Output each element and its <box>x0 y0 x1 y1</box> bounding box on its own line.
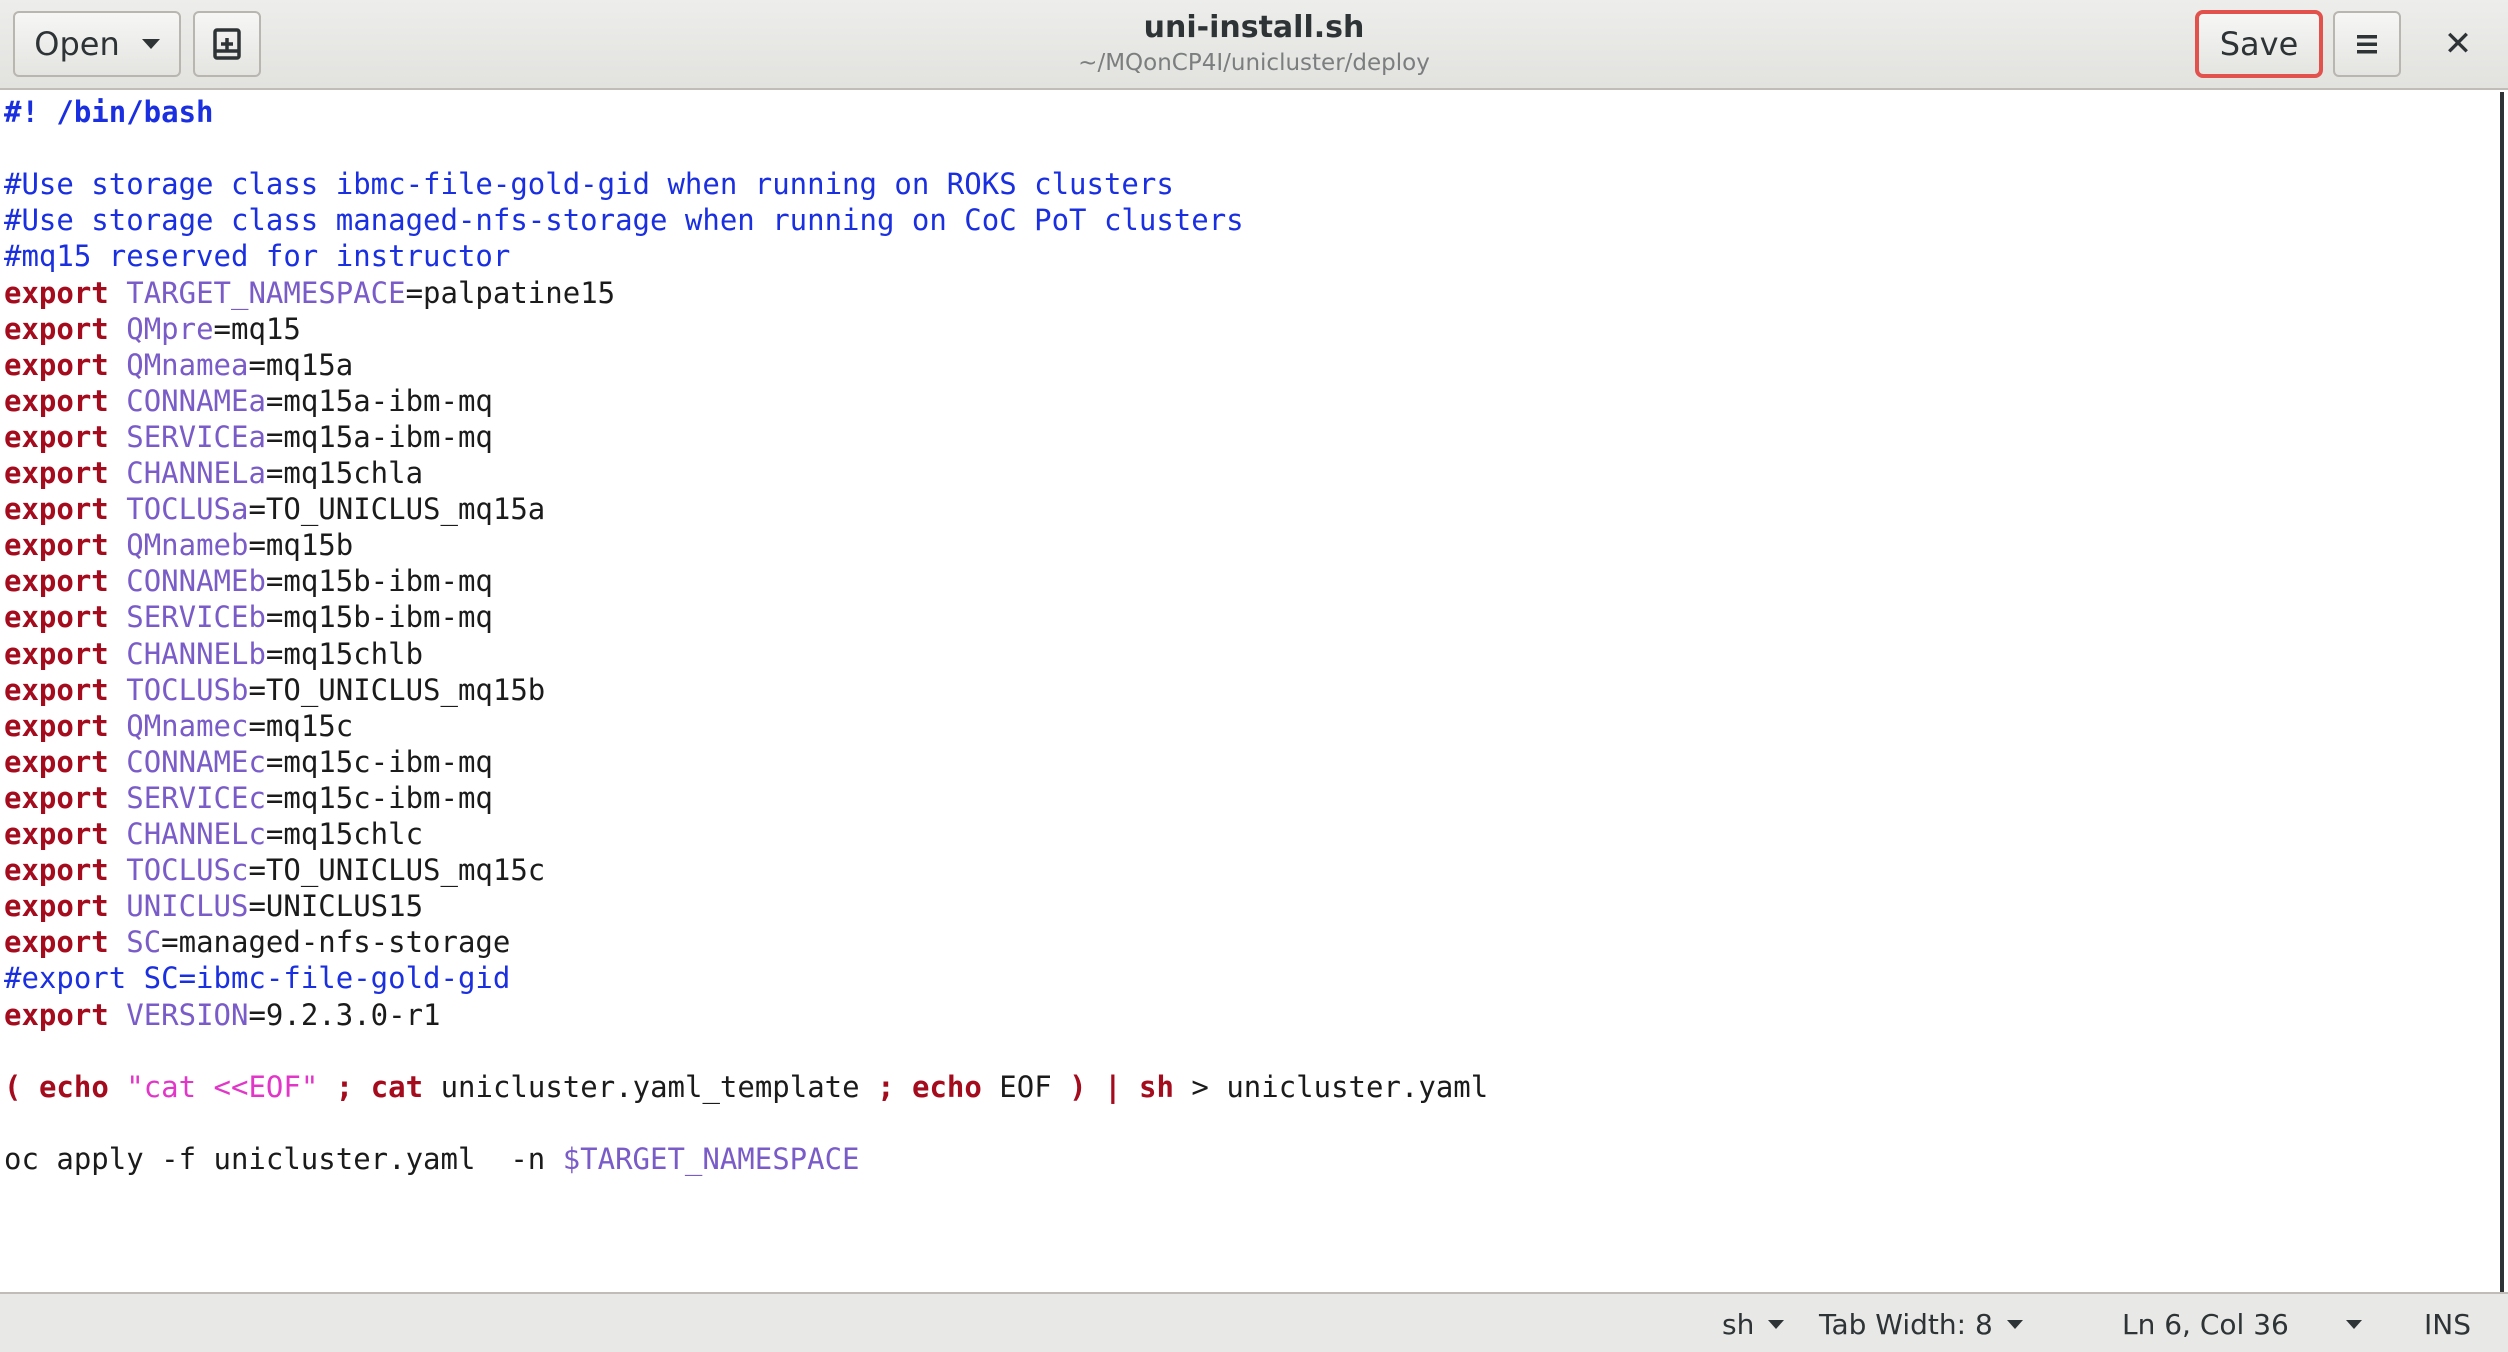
document-icon <box>213 28 241 60</box>
code-line[interactable]: export QMnameb=mq15b <box>4 527 353 563</box>
code-line[interactable]: export QMnamec=mq15c <box>4 708 353 744</box>
code-line[interactable]: export UNICLUS=UNICLUS15 <box>4 888 423 924</box>
cursor-position[interactable]: Ln 6, Col 36 <box>2122 1304 2289 1344</box>
code-line[interactable]: export VERSION=9.2.3.0-r1 <box>4 997 441 1033</box>
code-line[interactable]: export TOCLUSc=TO_UNICLUS_mq15c <box>4 852 545 888</box>
tab-width-selector[interactable]: Tab Width: 8 <box>1819 1304 2023 1344</box>
header-bar: Open uni-install.sh ~/MQonCP4I/unicluste… <box>0 0 2508 90</box>
code-line[interactable]: export SERVICEa=mq15a-ibm-mq <box>4 419 493 455</box>
chevron-down-icon <box>1768 1319 1785 1329</box>
cursor-position-label: Ln 6, Col 36 <box>2122 1307 2289 1341</box>
code-line[interactable]: export TOCLUSb=TO_UNICLUS_mq15b <box>4 672 545 708</box>
save-button[interactable]: Save <box>2195 10 2323 78</box>
code-line[interactable]: ( echo "cat <<EOF" ; cat unicluster.yaml… <box>4 1069 1488 1105</box>
code-line[interactable]: export SERVICEc=mq15c-ibm-mq <box>4 780 493 816</box>
code-line[interactable]: export CONNAMEc=mq15c-ibm-mq <box>4 744 493 780</box>
window-title: uni-install.sh <box>1143 10 1365 45</box>
code-line[interactable]: export CHANNELb=mq15chlb <box>4 636 423 672</box>
open-button[interactable]: Open <box>13 11 181 77</box>
code-line[interactable]: export QMpre=mq15 <box>4 311 301 347</box>
code-line[interactable]: export CONNAMEb=mq15b-ibm-mq <box>4 563 493 599</box>
hamburger-menu-icon <box>2357 35 2377 54</box>
code-line[interactable]: export QMnamea=mq15a <box>4 347 353 383</box>
status-bar: sh Tab Width: 8 Ln 6, Col 36 INS <box>0 1292 2508 1352</box>
chevron-down-icon <box>2346 1319 2362 1329</box>
language-selector[interactable]: sh <box>1722 1304 1785 1344</box>
chevron-down-icon <box>141 39 160 49</box>
chevron-down-icon <box>2006 1319 2023 1329</box>
new-document-button[interactable] <box>193 11 261 77</box>
text-editor[interactable]: #! /bin/bash #Use storage class ibmc-file… <box>0 92 2504 1292</box>
open-button-label: Open <box>34 25 120 63</box>
code-line[interactable]: export TARGET_NAMESPACE=palpatine15 <box>4 275 615 311</box>
close-icon: ✕ <box>2443 24 2473 64</box>
window-title-area: uni-install.sh ~/MQonCP4I/unicluster/dep… <box>900 8 1608 78</box>
language-label: sh <box>1722 1307 1755 1341</box>
code-line[interactable]: oc apply -f unicluster.yaml -n $TARGET_N… <box>4 1141 860 1177</box>
close-button[interactable]: ✕ <box>2425 12 2491 76</box>
code-line[interactable]: export SC=managed-nfs-storage <box>4 924 510 960</box>
code-line[interactable]: #! /bin/bash <box>4 94 214 130</box>
window-subtitle: ~/MQonCP4I/unicluster/deploy <box>1078 50 1430 76</box>
code-line[interactable]: #Use storage class ibmc-file-gold-gid wh… <box>4 166 1174 202</box>
cursor-position-dropdown[interactable] <box>2346 1304 2362 1344</box>
scrollbar-indicator[interactable] <box>2500 512 2504 612</box>
tab-width-label: Tab Width: 8 <box>1819 1307 1993 1341</box>
code-line[interactable]: export SERVICEb=mq15b-ibm-mq <box>4 599 493 635</box>
menu-button[interactable] <box>2333 11 2401 77</box>
code-line[interactable]: #Use storage class managed-nfs-storage w… <box>4 202 1244 238</box>
insert-mode-indicator: INS <box>2424 1304 2471 1344</box>
code-line[interactable]: export TOCLUSa=TO_UNICLUS_mq15a <box>4 491 545 527</box>
code-line[interactable]: #mq15 reserved for instructor <box>4 238 510 274</box>
code-line[interactable]: export CHANNELc=mq15chlc <box>4 816 423 852</box>
code-line[interactable]: #export SC=ibmc-file-gold-gid <box>4 960 510 996</box>
code-line[interactable]: export CONNAMEa=mq15a-ibm-mq <box>4 383 493 419</box>
insert-mode-label: INS <box>2424 1307 2471 1341</box>
code-line[interactable]: export CHANNELa=mq15chla <box>4 455 423 491</box>
